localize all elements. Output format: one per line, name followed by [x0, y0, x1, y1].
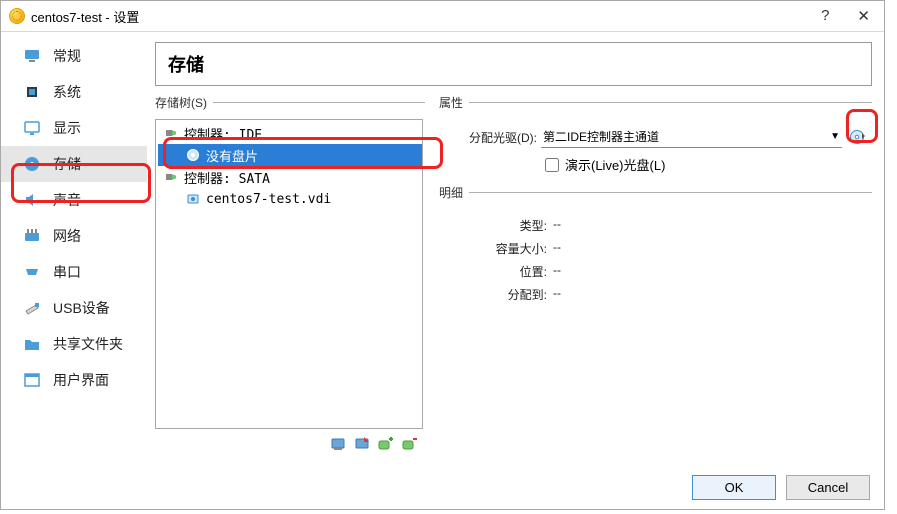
sidebar-item-label: 串口	[53, 262, 81, 282]
tree-node-3[interactable]: centos7-test.vdi	[158, 188, 422, 210]
ok-button[interactable]: OK	[692, 475, 776, 500]
live-cd-label: 演示(Live)光盘(L)	[565, 155, 665, 174]
usb-icon	[23, 299, 41, 317]
detail-value: --	[553, 240, 561, 257]
titlebar-actions: ? ✕	[815, 7, 876, 25]
disc-icon	[186, 148, 200, 162]
content: 存储 存储树(S) 控制器: IDE 没有盘片控制器: SATA centos7-t…	[147, 32, 884, 465]
monitor-icon	[23, 47, 41, 65]
sidebar-item-label: 系统	[53, 82, 81, 102]
sidebar-item-7[interactable]: USB设备	[1, 290, 147, 326]
app-icon	[9, 8, 25, 24]
drive-value: 第二IDE控制器主通道	[543, 128, 659, 145]
sidebar-item-0[interactable]: 常规	[1, 38, 147, 74]
attrs-legend: 属性	[439, 94, 469, 111]
sidebar-item-label: 显示	[53, 118, 81, 138]
add-controller-button[interactable]	[329, 435, 347, 453]
controller-icon	[164, 126, 178, 140]
two-col: 存储树(S) 控制器: IDE 没有盘片控制器: SATA centos7-test…	[155, 94, 872, 455]
help-button[interactable]: ?	[815, 7, 835, 25]
sidebar-item-label: 网络	[53, 226, 81, 246]
titlebar: centos7-test - 设置 ? ✕	[1, 1, 884, 32]
remove-attachment-button[interactable]	[401, 435, 419, 453]
tree-toolbar	[155, 429, 423, 453]
sidebar-item-label: USB设备	[53, 298, 110, 318]
sidebar-item-3[interactable]: 存储	[1, 146, 147, 182]
disk-icon	[23, 155, 41, 173]
optical-drive-select[interactable]: 第二IDE控制器主通道 ▼	[541, 126, 842, 148]
hdd-icon	[186, 192, 200, 206]
sidebar-item-1[interactable]: 系统	[1, 74, 147, 110]
sidebar-item-6[interactable]: 串口	[1, 254, 147, 290]
sidebar-item-8[interactable]: 共享文件夹	[1, 326, 147, 362]
detail-label: 分配到:	[449, 286, 553, 303]
storage-tree[interactable]: 控制器: IDE 没有盘片控制器: SATA centos7-test.vdi	[155, 119, 423, 429]
settings-window: centos7-test - 设置 ? ✕ 常规系统显示存储声音网络串口USB设…	[0, 0, 885, 510]
details-group: 明细 类型:--容量大小:--位置:--分配到:--	[439, 184, 872, 311]
serial-icon	[23, 263, 41, 281]
tree-node-label: 控制器: IDE	[184, 124, 262, 143]
col-tree: 存储树(S) 控制器: IDE 没有盘片控制器: SATA centos7-test…	[155, 94, 425, 455]
controller-icon	[164, 170, 178, 184]
page-title: 存储	[155, 42, 872, 86]
chevron-down-icon: ▼	[830, 131, 840, 142]
detail-row: 类型:--	[449, 217, 870, 234]
tree-node-2[interactable]: 控制器: SATA	[158, 166, 422, 188]
detail-label: 类型:	[449, 217, 553, 234]
details-legend: 明细	[439, 184, 469, 201]
body: 常规系统显示存储声音网络串口USB设备共享文件夹用户界面 存储 存储树(S) 控…	[1, 32, 884, 465]
tree-node-0[interactable]: 控制器: IDE	[158, 122, 422, 144]
sidebar-item-label: 存储	[53, 154, 81, 174]
sidebar-item-2[interactable]: 显示	[1, 110, 147, 146]
speaker-icon	[23, 191, 41, 209]
tree-node-label: centos7-test.vdi	[206, 192, 331, 207]
col-attrs: 属性 分配光驱(D): 第二IDE控制器主通道 ▼	[439, 94, 872, 455]
ui-icon	[23, 371, 41, 389]
detail-row: 容量大小:--	[449, 240, 870, 257]
choose-disc-button[interactable]	[849, 128, 867, 146]
sidebar-item-label: 共享文件夹	[53, 334, 123, 354]
network-icon	[23, 227, 41, 245]
tree-node-1[interactable]: 没有盘片	[158, 144, 422, 166]
add-attachment-button[interactable]	[377, 435, 395, 453]
sidebar-item-5[interactable]: 网络	[1, 218, 147, 254]
close-button[interactable]: ✕	[851, 7, 876, 25]
sidebar: 常规系统显示存储声音网络串口 USB设备共享文件夹用户界面	[1, 32, 147, 465]
cancel-button[interactable]: Cancel	[786, 475, 870, 500]
tree-group: 存储树(S) 控制器: IDE 没有盘片控制器: SATA centos7-test…	[155, 94, 425, 453]
tree-node-label: 控制器: SATA	[184, 168, 270, 187]
detail-row: 位置:--	[449, 263, 870, 280]
live-cd-checkbox[interactable]	[545, 158, 559, 172]
drive-label: 分配光驱(D):	[449, 129, 541, 146]
detail-value: --	[553, 263, 561, 280]
remove-controller-button[interactable]	[353, 435, 371, 453]
sidebar-item-4[interactable]: 声音	[1, 182, 147, 218]
display-icon	[23, 119, 41, 137]
detail-value: --	[553, 217, 561, 234]
attrs-group: 属性 分配光驱(D): 第二IDE控制器主通道 ▼	[439, 94, 872, 184]
tree-legend: 存储树(S)	[155, 94, 213, 111]
detail-label: 位置:	[449, 263, 553, 280]
chip-icon	[23, 83, 41, 101]
tree-node-label: 没有盘片	[206, 146, 258, 165]
sidebar-item-9[interactable]: 用户界面	[1, 362, 147, 398]
sidebar-item-label: 用户界面	[53, 370, 109, 390]
footer: OK Cancel	[1, 465, 884, 509]
sidebar-item-label: 常规	[53, 46, 81, 66]
window-title: centos7-test - 设置	[31, 7, 139, 26]
sidebar-item-label: 声音	[53, 190, 81, 210]
detail-label: 容量大小:	[449, 240, 553, 257]
detail-value: --	[553, 286, 561, 303]
detail-row: 分配到:--	[449, 286, 870, 303]
folder-icon	[23, 335, 41, 353]
